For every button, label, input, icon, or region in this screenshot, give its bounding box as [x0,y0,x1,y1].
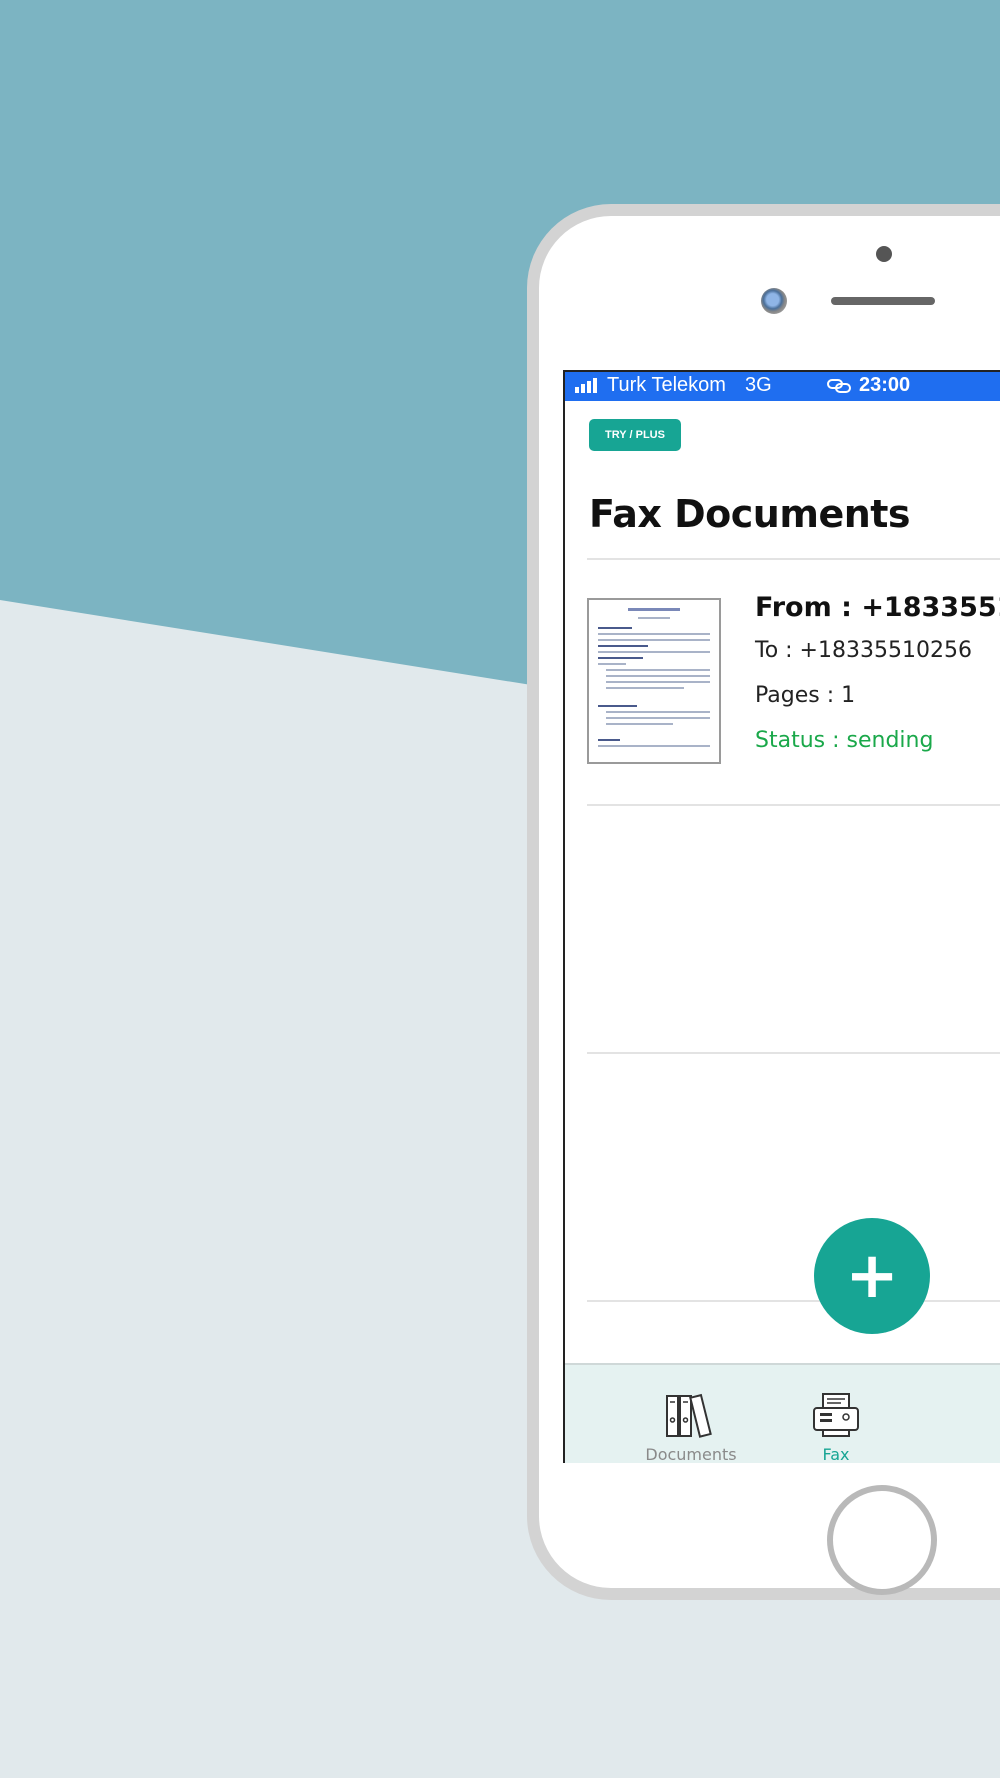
earpiece-speaker [831,297,935,305]
network-type: 3G [745,374,772,396]
proximity-sensor [876,246,892,262]
fax-from: From : +183355102 [755,592,1000,623]
tab-documents[interactable]: Documents [621,1365,761,1463]
front-camera [761,288,787,314]
divider [587,1300,1000,1302]
fax-document-thumbnail [587,598,721,764]
carrier-name: Turk Telekom [607,374,726,396]
try-plus-button[interactable]: TRY / PLUS [589,419,681,451]
binders-icon [666,1393,712,1438]
add-fax-button[interactable]: + [814,1218,930,1334]
tab-fax-label: Fax [822,1445,850,1463]
divider [587,558,1000,560]
fax-status: Status : sending [755,728,934,753]
fax-machine-icon [813,1393,859,1437]
signal-icon [575,378,597,393]
tab-bar: Documents Fax [565,1363,1000,1463]
page-title: Fax Documents [589,492,911,536]
status-time: 23:00 [859,374,911,396]
app-screen: Turk Telekom 3G 23:00 TRY / PLUS Fax Doc… [563,370,1000,1463]
tab-fax[interactable]: Fax [766,1365,906,1463]
fax-to: To : +18335510256 [755,638,972,663]
tab-documents-label: Documents [645,1445,737,1463]
divider [587,804,1000,806]
home-button[interactable] [827,1485,937,1595]
divider [587,1052,1000,1054]
link-icon [827,379,851,393]
fax-pages: Pages : 1 [755,683,856,708]
status-bar: Turk Telekom 3G 23:00 [565,370,1000,401]
